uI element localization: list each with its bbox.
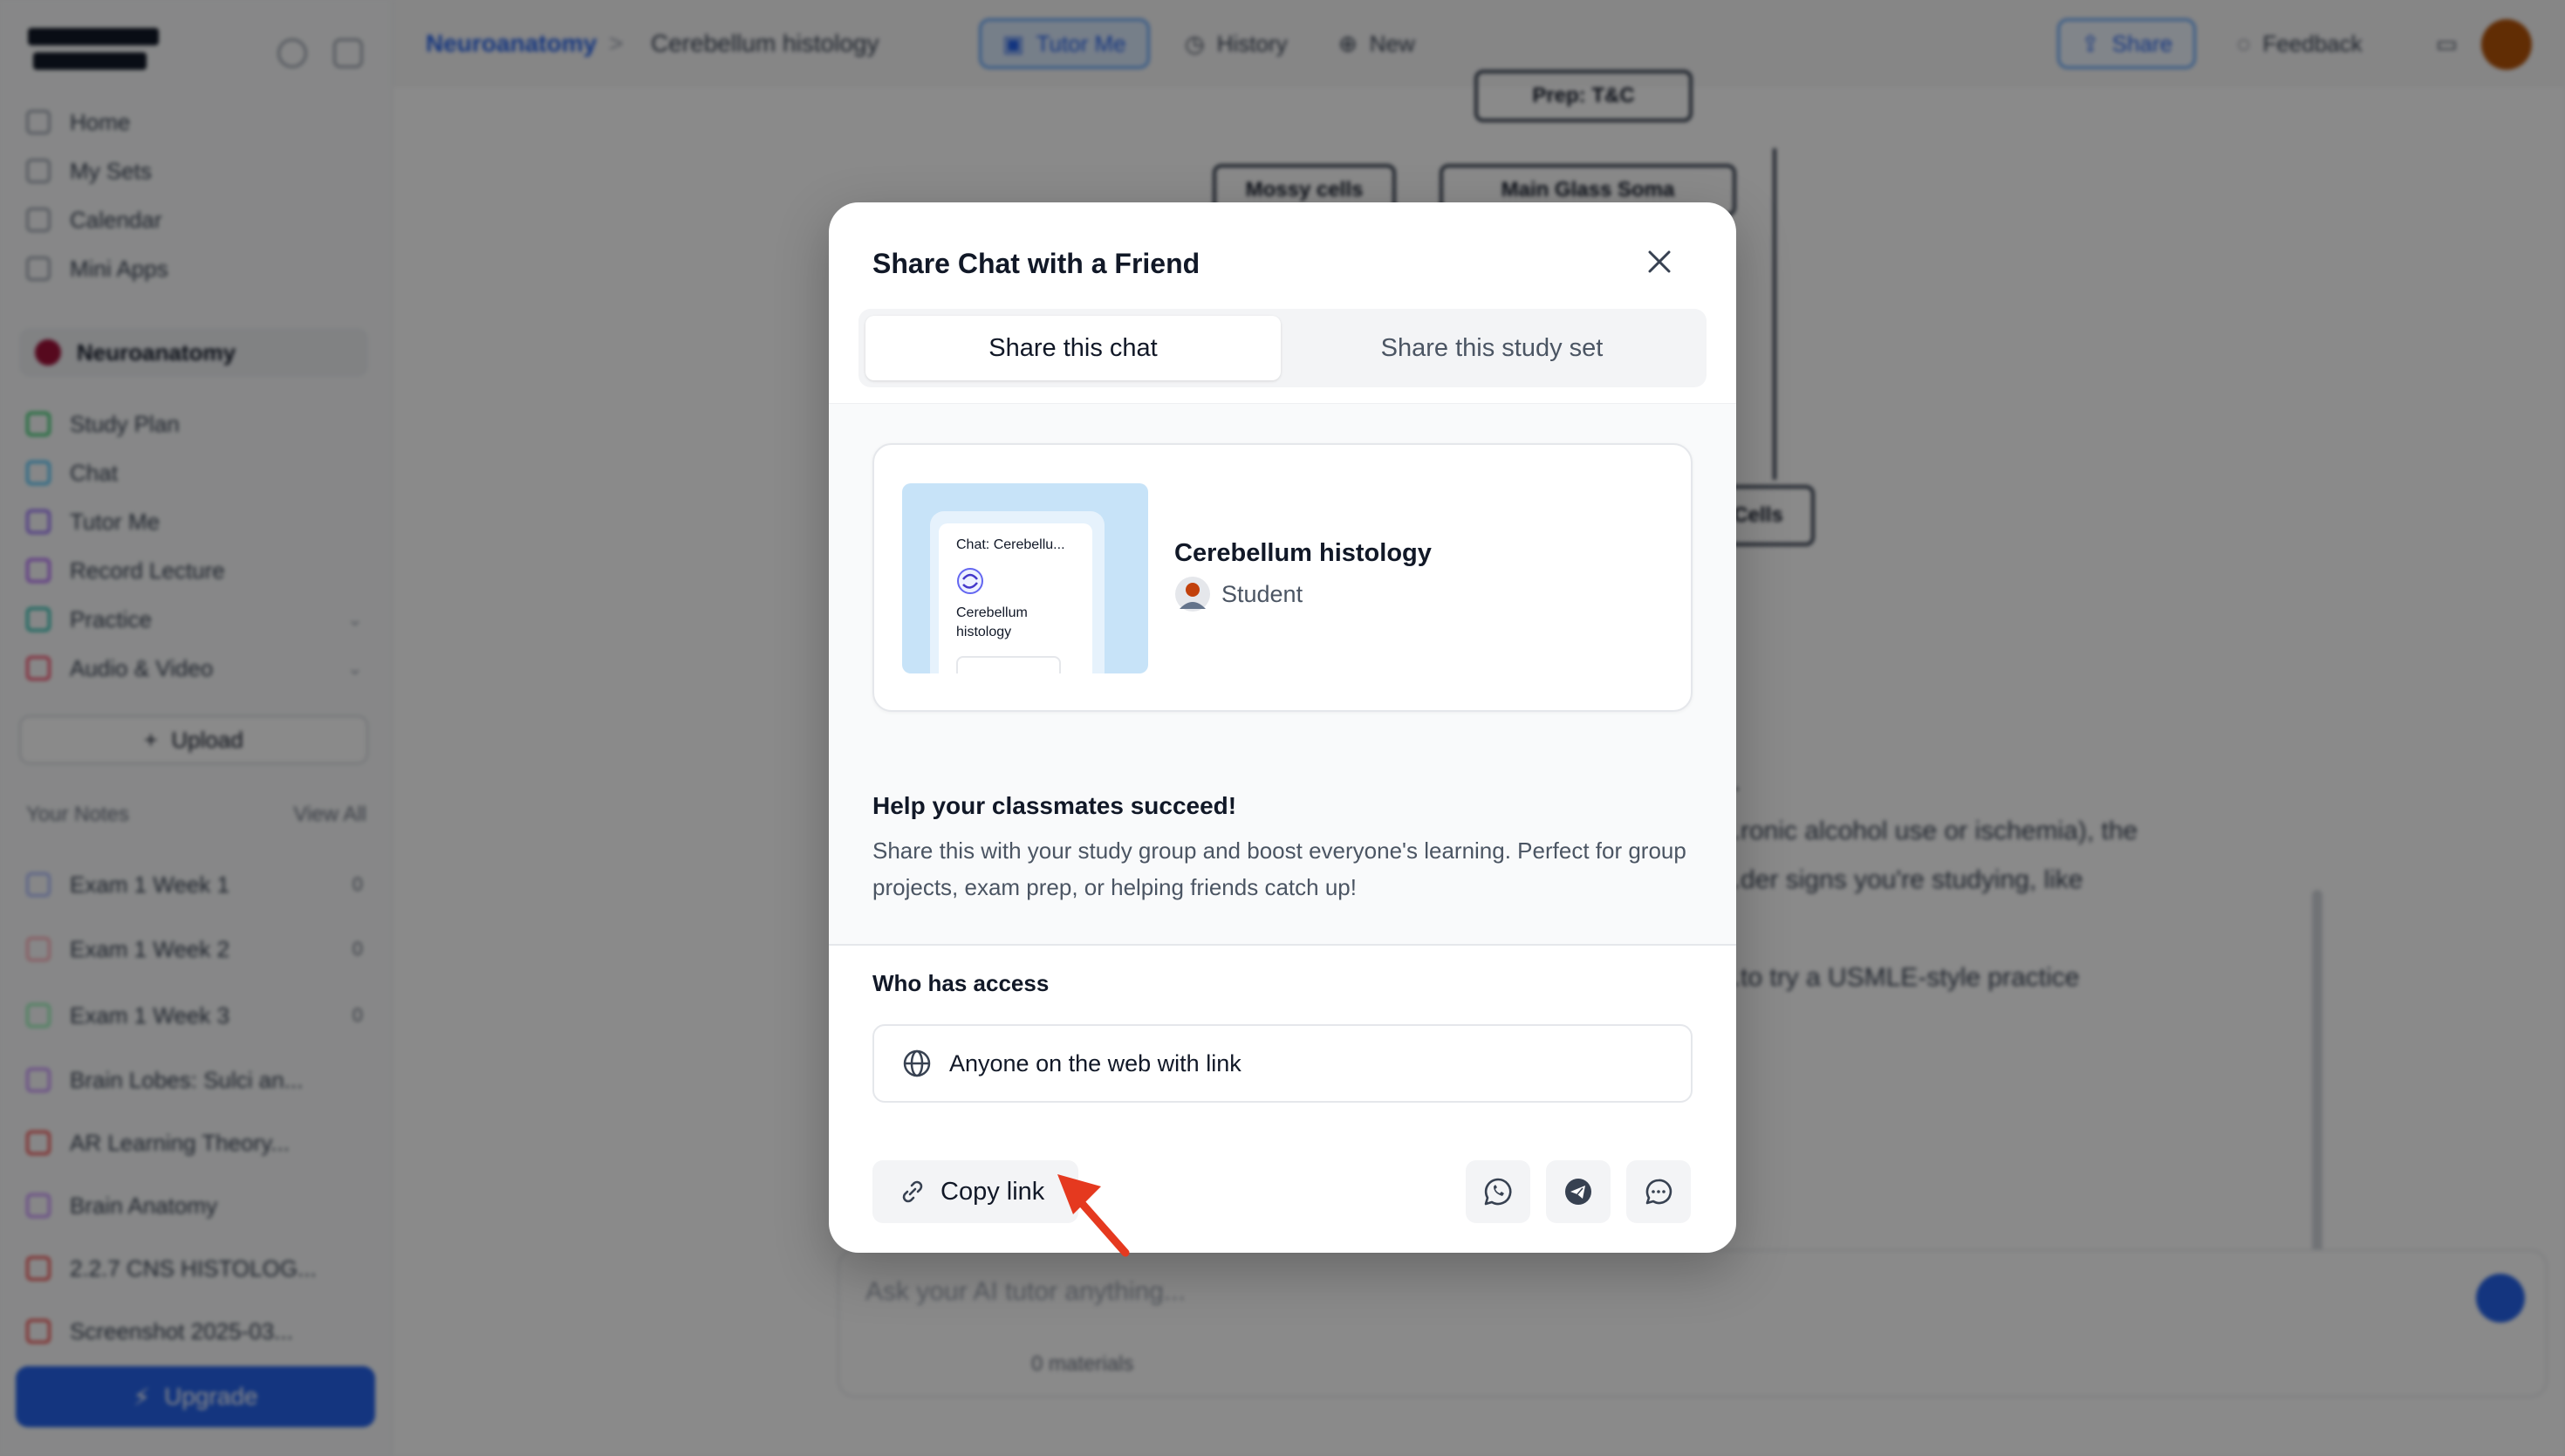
message-icon <box>1645 1179 1672 1205</box>
help-text: Share this with your study group and boo… <box>872 837 1686 900</box>
help-title: Help your classmates succeed! <box>872 792 1237 819</box>
preview-role: Student <box>1221 581 1303 607</box>
preview-thumbnail <box>902 483 1148 673</box>
thumbnail-subtitle: Cerebellum histology <box>956 605 1028 639</box>
link-icon <box>902 1180 923 1203</box>
chat-avatar-icon <box>957 568 983 594</box>
globe-icon <box>903 1049 931 1077</box>
dialog-title: Share Chat with a Friend <box>872 248 1200 279</box>
tab-share-chat[interactable]: Share this chat <box>865 316 1281 380</box>
copy-link-button[interactable]: Copy link <box>872 1160 1078 1223</box>
access-value: Anyone on the web with link <box>949 1049 1241 1077</box>
close-icon <box>1648 250 1671 273</box>
share-whatsapp-button[interactable] <box>1466 1160 1530 1223</box>
tab-share-study-set[interactable]: Share this study set <box>1284 316 1700 380</box>
whatsapp-icon <box>1484 1178 1512 1206</box>
share-telegram-button[interactable] <box>1546 1160 1611 1223</box>
share-tabs: Share this chat Share this study set <box>858 309 1707 387</box>
thumbnail-title: Chat: Cerebellu... <box>956 537 1065 552</box>
access-label: Who has access <box>872 970 1050 996</box>
share-dialog: Share Chat with a Friend Share this chat… <box>829 202 1736 1253</box>
thumbnail-input <box>956 656 1061 673</box>
telegram-icon <box>1565 1179 1591 1205</box>
close-button[interactable] <box>1640 243 1679 281</box>
access-select[interactable]: Anyone on the web with link <box>872 1024 1693 1103</box>
copy-link-label: Copy link <box>940 1177 1045 1206</box>
share-message-button[interactable] <box>1626 1160 1691 1223</box>
student-avatar <box>1175 577 1210 612</box>
preview-title: Cerebellum histology <box>1174 539 1432 567</box>
